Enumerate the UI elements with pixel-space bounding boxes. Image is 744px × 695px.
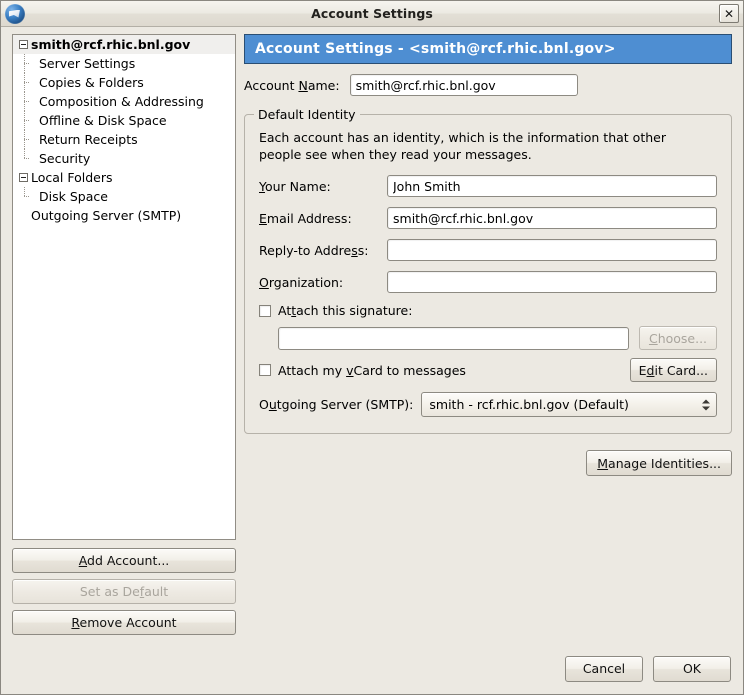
- tree-connector: [15, 54, 39, 73]
- reply-to-address-input[interactable]: [387, 239, 717, 261]
- organization-input[interactable]: [387, 271, 717, 293]
- default-identity-group: Default Identity Each account has an ide…: [244, 107, 732, 434]
- tree-item[interactable]: Copies & Folders: [13, 73, 235, 92]
- tree-connector: [15, 187, 39, 206]
- tree-connector: [15, 73, 39, 92]
- set-as-default-label-rest: ault: [144, 584, 169, 599]
- your-name-label: Your Name:: [259, 178, 331, 194]
- signature-file-row: Choose...: [259, 326, 717, 350]
- accounts-tree[interactable]: smith@rcf.rhic.bnl.gov Server Settings Cop…: [12, 34, 236, 540]
- outgoing-server-accesskey: u: [268, 397, 277, 412]
- account-name-accesskey: N: [298, 77, 308, 93]
- outgoing-server-select[interactable]: smith - rcf.rhic.bnl.gov (Default): [421, 392, 717, 417]
- attach-signature-row: Attach this signature:: [259, 303, 717, 318]
- tree-item-label: Copies & Folders: [39, 75, 144, 90]
- tree-item-label: Disk Space: [39, 189, 108, 204]
- close-icon[interactable]: ✕: [719, 4, 739, 23]
- tree-item-label: Offline & Disk Space: [39, 113, 167, 128]
- attach-signature-label[interactable]: Attach this signature:: [278, 303, 412, 318]
- email-address-label: Email Address:: [259, 210, 352, 226]
- attach-vcard-label[interactable]: Attach my vCard to messages: [278, 363, 466, 378]
- outgoing-server-value: smith - rcf.rhic.bnl.gov (Default): [429, 397, 629, 412]
- tree-connector: [15, 92, 39, 111]
- tree-item-label: Composition & Addressing: [39, 94, 204, 109]
- tree-item-label: smith@rcf.rhic.bnl.gov: [31, 37, 191, 52]
- attach-vcard-accesskey: v: [346, 362, 354, 378]
- add-account-label-rest: dd Account...: [87, 553, 170, 568]
- your-name-row: Your Name:: [259, 175, 717, 197]
- tree-item[interactable]: Server Settings: [13, 54, 235, 73]
- panel-header: Account Settings - <smith@rcf.rhic.bnl.g…: [244, 34, 732, 64]
- account-settings-window: Account Settings ✕ smith@rcf.rhic.bnl.go…: [0, 0, 744, 695]
- chevron-down-icon: [701, 406, 710, 410]
- tree-item[interactable]: Outgoing Server (SMTP): [13, 206, 235, 225]
- email-address-row: Email Address:: [259, 207, 717, 229]
- manage-identities-row: Manage Identities...: [244, 450, 732, 476]
- accounts-tree-pane: smith@rcf.rhic.bnl.gov Server Settings Cop…: [12, 34, 236, 540]
- thunderbird-icon: [5, 3, 25, 24]
- tree-item[interactable]: Composition & Addressing: [13, 92, 235, 111]
- default-identity-title: Default Identity: [254, 107, 360, 122]
- remove-account-label-rest: emove Account: [79, 615, 177, 630]
- cancel-button[interactable]: Cancel: [565, 656, 643, 682]
- attach-vcard-checkbox[interactable]: [259, 364, 271, 376]
- chevron-up-icon: [701, 399, 710, 403]
- organization-row: Organization:: [259, 271, 717, 293]
- outgoing-server-row: Outgoing Server (SMTP): smith - rcf.rhic…: [259, 392, 717, 417]
- remove-account-accesskey: R: [71, 615, 80, 630]
- titlebar: Account Settings ✕: [1, 1, 743, 27]
- tree-item-label: Return Receipts: [39, 132, 138, 147]
- account-name-label: Account Name:: [244, 77, 340, 93]
- account-name-input[interactable]: [349, 74, 578, 96]
- signature-path-input[interactable]: [278, 326, 629, 350]
- twisty-collapse-icon[interactable]: [19, 173, 28, 182]
- add-account-button[interactable]: Add Account...: [12, 548, 236, 573]
- default-identity-description: Each account has an identity, which is t…: [259, 130, 666, 162]
- set-as-default-label: Set as De: [79, 584, 140, 599]
- manage-identities-accesskey: M: [597, 455, 609, 471]
- window-title: Account Settings: [311, 6, 433, 21]
- account-action-buttons: Add Account... Set as Default Remove Acc…: [12, 548, 236, 641]
- tree-connector: [15, 149, 39, 168]
- tree-connector: [15, 130, 39, 149]
- outgoing-server-label: Outgoing Server (SMTP):: [259, 397, 414, 412]
- spinner-arrows-icon[interactable]: [700, 396, 711, 413]
- tree-item-label: Security: [39, 151, 91, 166]
- edit-card-button[interactable]: Edit Card...: [629, 358, 717, 382]
- email-address-accesskey: E: [259, 210, 267, 226]
- dialog-footer: Cancel OK: [565, 656, 731, 682]
- twisty-collapse-icon[interactable]: [19, 40, 28, 49]
- attach-signature-checkbox[interactable]: [259, 304, 271, 317]
- tree-item[interactable]: Security: [13, 149, 235, 168]
- remove-account-button[interactable]: Remove Account: [12, 610, 236, 635]
- email-address-input[interactable]: [387, 207, 717, 229]
- settings-panel: Account Settings - <smith@rcf.rhic.bnl.g…: [244, 34, 732, 476]
- account-name-row: Account Name:: [244, 74, 732, 96]
- manage-identities-button[interactable]: Manage Identities...: [586, 450, 732, 476]
- tree-item[interactable]: Disk Space: [13, 187, 235, 206]
- reply-to-address-row: Reply-to Address:: [259, 239, 717, 261]
- set-as-default-button: Set as Default: [12, 579, 236, 604]
- organization-accesskey: O: [259, 274, 269, 290]
- tree-item-label: Local Folders: [31, 170, 113, 185]
- tree-item-label: Outgoing Server (SMTP): [31, 208, 182, 223]
- tree-item-label: Server Settings: [39, 56, 136, 71]
- choose-signature-button: Choose...: [639, 326, 717, 350]
- organization-label: Organization:: [259, 274, 344, 290]
- add-account-accesskey: A: [78, 553, 88, 568]
- tree-item[interactable]: Return Receipts: [13, 130, 235, 149]
- tree-connector: [15, 111, 39, 130]
- attach-vcard-row: Attach my vCard to messages Edit Card...: [259, 358, 717, 382]
- your-name-input[interactable]: [387, 175, 717, 197]
- tree-item[interactable]: Offline & Disk Space: [13, 111, 235, 130]
- tree-item[interactable]: Local Folders: [13, 168, 235, 187]
- dialog-content: smith@rcf.rhic.bnl.gov Server Settings Cop…: [1, 28, 743, 694]
- ok-button[interactable]: OK: [653, 656, 731, 682]
- choose-accesskey: C: [648, 330, 658, 346]
- reply-to-address-label: Reply-to Address:: [259, 242, 369, 258]
- tree-item[interactable]: smith@rcf.rhic.bnl.gov: [13, 35, 235, 54]
